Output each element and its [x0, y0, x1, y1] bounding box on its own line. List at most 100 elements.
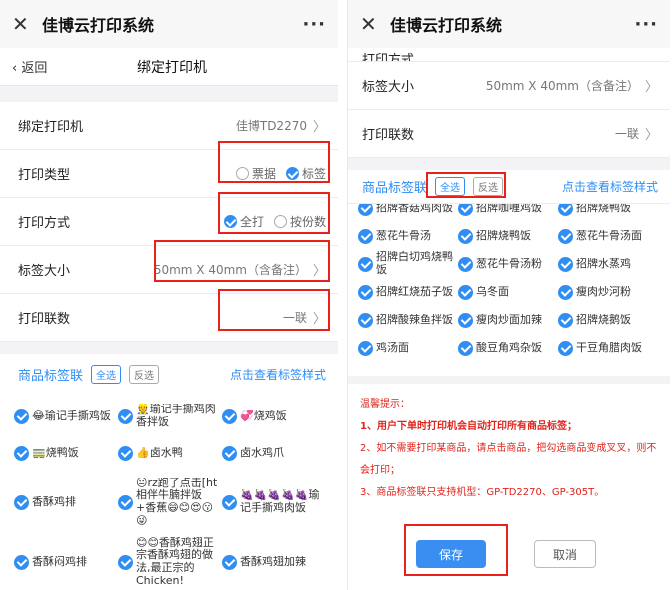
check-circle-icon	[222, 408, 237, 424]
check-circle-icon	[558, 340, 573, 356]
cancel-button[interactable]: 取消	[534, 540, 596, 568]
check-circle-icon	[222, 494, 237, 510]
highlight-box	[218, 192, 330, 234]
check-circle-icon	[358, 228, 373, 244]
check-circle-icon	[358, 256, 373, 272]
goods-item-label: 卤水鸡爪	[240, 446, 284, 459]
goods-item[interactable]: 葱花牛骨汤	[358, 222, 458, 250]
row-label: 标签大小	[362, 80, 415, 95]
more-icon[interactable]: ···	[302, 14, 326, 35]
row-copies[interactable]: 打印联数 一联〉	[348, 110, 670, 158]
row-label-size[interactable]: 标签大小 50mm X 40mm（含备注） 〉	[348, 62, 670, 110]
goods-title: 商品标签联	[362, 181, 428, 196]
invert-select-button[interactable]: 反选	[129, 364, 160, 384]
copies-value: 一联	[614, 127, 639, 141]
close-icon[interactable]: ✕	[12, 12, 34, 36]
tips-title: 温馨提示：	[360, 399, 410, 410]
tips-box: 温馨提示： 1、用户下单时打印机会自动打印所有商品标签； 2、如不需要打印某商品…	[348, 384, 670, 514]
goods-item-label: 招牌烧鸭饭	[476, 229, 531, 242]
goods-item[interactable]: 招牌白切鸡烧鸭饭	[358, 250, 458, 278]
goods-item-label: 招牌香菇鸡肉饭	[376, 204, 453, 214]
goods-item-label: 香酥鸡排	[32, 495, 76, 508]
check-circle-icon	[358, 204, 373, 216]
check-circle-icon	[118, 494, 133, 510]
goods-item-label: 酸豆角鸡杂饭	[476, 341, 542, 354]
check-circle-icon	[14, 445, 29, 461]
tips-line: 1、用户下单时打印机会自动打印所有商品标签；	[360, 421, 577, 432]
goods-item[interactable]: 葱花牛骨汤粉	[458, 250, 558, 278]
check-circle-icon	[558, 312, 573, 328]
row-label: 打印方式	[18, 216, 71, 231]
left-screen: ✕ 佳博云打印系统 ··· ‹ 返回 绑定打印机 绑定打印机 佳博TD2270 〉…	[0, 0, 338, 590]
back-label: 返回	[21, 61, 48, 76]
nav-bar: ‹ 返回 绑定打印机	[0, 48, 338, 86]
check-circle-icon	[358, 340, 373, 356]
view-label-style-link[interactable]: 点击查看标签样式	[562, 178, 658, 195]
goods-item[interactable]: 香酥鸡翅加辣	[222, 532, 326, 590]
goods-item[interactable]: 鸡汤面	[358, 334, 458, 362]
goods-item-label: 瘦肉炒面加辣	[476, 313, 542, 326]
more-icon[interactable]: ···	[634, 14, 658, 35]
highlight-box	[154, 240, 330, 282]
check-circle-icon	[358, 284, 373, 300]
goods-grid: 招牌香菇鸡肉饭 招牌咖喱鸡饭 招牌烧鸭饭 葱花牛骨汤 招牌烧鸭饭 葱花牛骨汤面 …	[348, 204, 670, 362]
page-title: 绑定打印机	[137, 59, 207, 76]
tips-line: 2、如不需要打印某商品，请点击商品，把勾选商品变成叉叉，则不会打印；	[360, 443, 657, 476]
view-label-style-link[interactable]: 点击查看标签样式	[230, 366, 326, 383]
check-circle-icon	[118, 408, 133, 424]
highlight-box	[426, 172, 506, 198]
goods-scroll-area[interactable]: 招牌香菇鸡肉饭 招牌咖喱鸡饭 招牌烧鸭饭 葱花牛骨汤 招牌烧鸭饭 葱花牛骨汤面 …	[348, 204, 670, 376]
goods-item[interactable]: 🍇🍇🍇🍇🍇瑜记手撕鸡肉饭	[222, 478, 326, 526]
goods-item[interactable]: 卤水鸡爪	[222, 434, 326, 472]
goods-item[interactable]: 💞烧鸡饭	[222, 404, 326, 428]
goods-item[interactable]: 干豆角腊肉饭	[558, 334, 658, 362]
goods-item[interactable]: 招牌香菇鸡肉饭	[358, 204, 458, 222]
check-circle-icon	[458, 256, 473, 272]
check-circle-icon	[222, 554, 237, 570]
goods-item-label: 香酥闷鸡排	[32, 555, 87, 568]
goods-item[interactable]: 酸豆角鸡杂饭	[458, 334, 558, 362]
check-circle-icon	[558, 256, 573, 272]
goods-item-label: 葱花牛骨汤粉	[476, 257, 542, 270]
goods-item-label: 招牌咖喱鸡饭	[476, 204, 542, 214]
goods-item[interactable]: 葱花牛骨汤面	[558, 222, 658, 250]
goods-item[interactable]: 招牌酸辣鱼拌饭	[358, 306, 458, 334]
row-print-mode-clipped: 打印方式	[348, 48, 670, 62]
close-icon[interactable]: ✕	[360, 12, 382, 36]
goods-item-label: 招牌红烧茄子饭	[376, 285, 453, 298]
goods-item-label: 🚃烧鸭饭	[32, 446, 79, 459]
goods-title: 商品标签联	[18, 368, 84, 384]
app-title: 佳博云打印系统	[390, 16, 503, 35]
check-circle-icon	[14, 408, 29, 424]
goods-item[interactable]: 招牌咖喱鸡饭	[458, 204, 558, 222]
goods-item[interactable]: 🚃烧鸭饭	[14, 434, 118, 472]
back-button[interactable]: ‹ 返回	[12, 57, 47, 76]
goods-item[interactable]: 招牌烧鸭饭	[458, 222, 558, 250]
goods-item-label: 鸡汤面	[376, 341, 409, 354]
goods-item[interactable]: 招牌红烧茄子饭	[358, 278, 458, 306]
goods-item[interactable]: 瘦肉炒面加辣	[458, 306, 558, 334]
check-circle-icon	[458, 204, 473, 216]
goods-item[interactable]: 👷瑜记手撕鸡肉香拌饭	[118, 404, 222, 428]
select-all-button[interactable]: 全选	[91, 364, 122, 384]
goods-item[interactable]: 香酥闷鸡排	[14, 532, 118, 590]
check-circle-icon	[118, 445, 133, 461]
check-circle-icon	[458, 228, 473, 244]
goods-item[interactable]: 香酥鸡排	[14, 478, 118, 526]
goods-item[interactable]: 招牌烧鹅饭	[558, 306, 658, 334]
goods-item[interactable]: 😊😊香酥鸡翅正宗香酥鸡翅的做法,最正宗的Chicken!	[118, 532, 222, 590]
goods-grid: 😂瑜记手撕鸡饭 👷瑜记手撕鸡肉香拌饭 💞烧鸡饭 🚃烧鸭饭 👍卤水鸭 卤水鸡爪 香…	[0, 404, 338, 590]
goods-item[interactable]: 👍卤水鸭	[118, 434, 222, 472]
goods-item[interactable]: 😂瑜记手撕鸡饭	[14, 404, 118, 428]
button-bar: 保存 取消	[348, 520, 670, 590]
goods-item[interactable]: 招牌水蒸鸡	[558, 250, 658, 278]
check-circle-icon	[558, 284, 573, 300]
title-bar: ✕ 佳博云打印系统 ···	[348, 0, 670, 48]
goods-item[interactable]: 乌冬面	[458, 278, 558, 306]
goods-item[interactable]: 招牌烧鸭饭	[558, 204, 658, 222]
goods-item[interactable]: 瘦肉炒河粉	[558, 278, 658, 306]
goods-item-label: 葱花牛骨汤	[376, 229, 431, 242]
row-label: 打印类型	[18, 168, 71, 183]
goods-item[interactable]: 😐rz跑了点击[ht相伴牛腩拌饭+香蕉😄😊😍😗😜	[118, 478, 222, 526]
title-bar: ✕ 佳博云打印系统 ···	[0, 0, 338, 48]
